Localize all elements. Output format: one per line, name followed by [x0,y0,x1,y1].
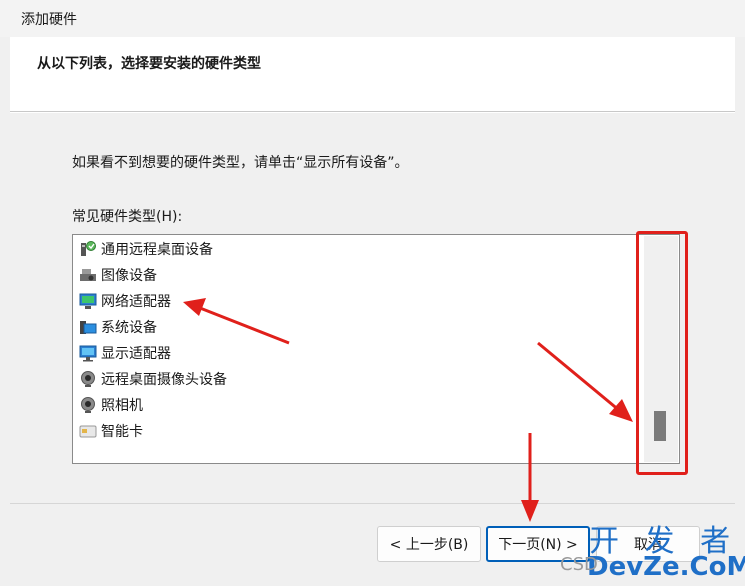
list-item-label: 系统设备 [101,320,157,336]
system-device-icon [79,318,97,336]
imaging-device-icon [79,266,97,284]
network-adapter-icon [79,292,97,310]
instruction-text: 如果看不到想要的硬件类型，请单击“显示所有设备”。 [72,155,409,171]
list-item-remote-desktop[interactable]: 通用远程桌面设备 [79,237,213,261]
list-item-label: 照相机 [101,398,143,414]
list-item-network-adapter[interactable]: 网络适配器 [79,289,171,313]
list-item-imaging[interactable]: 图像设备 [79,263,157,287]
list-item-display-adapter[interactable]: 显示适配器 [79,341,171,365]
watermark-csdn-text: CSD [560,554,598,575]
list-item-label: 远程桌面摄像头设备 [101,372,227,388]
remote-camera-icon [79,370,97,388]
watermark-logo: 开 发 者 DevZe.CoM [587,516,745,586]
list-item-smart-card[interactable]: 智能卡 [79,419,143,443]
page-heading: 从以下列表，选择要安装的硬件类型 [37,56,261,72]
list-item-label: 智能卡 [101,424,143,440]
smart-card-icon [79,422,97,440]
window-left-border [0,37,10,586]
annotation-highlight-box [636,231,688,475]
wizard-header: 从以下列表，选择要安装的硬件类型 [10,37,735,112]
list-item-label: 图像设备 [101,268,157,284]
list-item-label: 显示适配器 [101,346,171,362]
hardware-type-list-label: 常见硬件类型(H): [72,209,183,225]
display-adapter-icon [79,344,97,362]
window-right-border [735,37,745,586]
hardware-type-list[interactable]: 通用远程桌面设备 图像设备 网络适配器 系统设备 显示适配器 远程桌面摄像头设备 [72,234,680,464]
camera-icon [79,396,97,414]
title-bar: 添加硬件 [0,0,745,37]
back-button[interactable]: < 上一步(B) [377,526,481,562]
list-item-label: 网络适配器 [101,294,171,310]
window-title: 添加硬件 [21,12,77,28]
list-item-camera[interactable]: 照相机 [79,393,143,417]
watermark-bottom-text: DevZe.CoM [587,552,745,582]
list-item-system-device[interactable]: 系统设备 [79,315,157,339]
remote-desktop-device-icon [79,240,97,258]
list-item-remote-camera[interactable]: 远程桌面摄像头设备 [79,367,227,391]
list-item-label: 通用远程桌面设备 [101,242,213,258]
